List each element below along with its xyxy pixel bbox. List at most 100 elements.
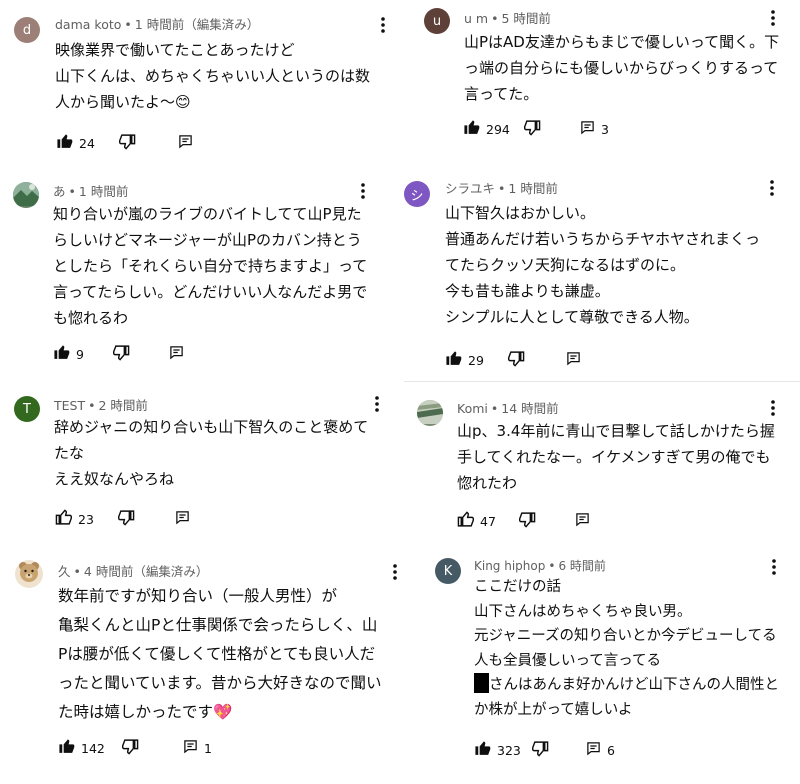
- reply-icon: [169, 345, 184, 364]
- reply-button[interactable]: 1: [183, 739, 212, 758]
- author-name[interactable]: TEST: [54, 398, 85, 413]
- reply-button[interactable]: [566, 351, 581, 370]
- reply-icon: [566, 351, 581, 370]
- like-count: 47: [480, 514, 496, 529]
- reply-count: 3: [601, 122, 609, 137]
- like-count: 29: [468, 353, 484, 368]
- avatar[interactable]: K: [435, 558, 461, 584]
- landscape-avatar: [417, 400, 443, 426]
- thumbs-down-icon: [119, 133, 136, 154]
- like-button[interactable]: 9: [53, 344, 84, 365]
- author-name[interactable]: Komi: [457, 401, 488, 416]
- reply-button[interactable]: [175, 510, 190, 529]
- like-button[interactable]: 142: [58, 738, 105, 759]
- comment-text: 山PはAD友達からもまじで優しいって聞く。下 っ端の自分らにも優しいからびっくり…: [464, 33, 780, 103]
- author-name[interactable]: u m: [464, 11, 488, 26]
- comment-meta: TEST • 2 時間前: [54, 398, 148, 413]
- comment: d dama koto • 1 時間前（編集済み） 映像業界で働いてたことあったけど…: [0, 0, 400, 165]
- comment-meta: dama koto • 1 時間前（編集済み）: [55, 17, 260, 32]
- landscape-avatar: [13, 182, 39, 208]
- like-count: 9: [76, 347, 84, 362]
- comment: u u m • 5 時間前 山PはAD友達からもまじで優しいって聞く。下 っ端の自分…: [404, 0, 800, 165]
- dislike-button[interactable]: [119, 133, 136, 154]
- like-count: 142: [81, 741, 105, 756]
- avatar[interactable]: [15, 560, 43, 588]
- reply-button[interactable]: [178, 134, 193, 153]
- dislike-button[interactable]: [524, 119, 541, 140]
- more-vert-icon[interactable]: [768, 399, 778, 417]
- thumbs-down-icon: [524, 119, 541, 140]
- more-vert-icon[interactable]: [767, 179, 777, 197]
- more-vert-icon[interactable]: [390, 563, 400, 581]
- comment-time: 1 時間前: [508, 181, 558, 196]
- reply-icon: [183, 739, 198, 758]
- dislike-button[interactable]: [113, 344, 130, 365]
- comment-meta: Komi • 14 時間前: [457, 401, 559, 416]
- comment-time: 4 時間前（編集済み）: [83, 564, 209, 579]
- comment-text: 山下智久はおかしい。 普通あんだけ若いうちからチヤホヤされまくっ てたらクッソ天…: [445, 204, 761, 326]
- reply-icon: [586, 741, 601, 760]
- like-button[interactable]: 24: [56, 133, 95, 154]
- thumbs-down-icon: [532, 740, 549, 761]
- avatar[interactable]: u: [424, 8, 450, 34]
- avatar[interactable]: [13, 182, 39, 208]
- avatar[interactable]: T: [14, 396, 40, 422]
- thumbs-up-filled-icon: [445, 350, 462, 371]
- dislike-button[interactable]: [118, 509, 135, 530]
- author-name[interactable]: King hiphop: [474, 559, 545, 573]
- dislike-button[interactable]: [122, 738, 139, 759]
- reply-icon: [575, 512, 590, 531]
- like-count: 294: [486, 122, 510, 137]
- dislike-button[interactable]: [508, 350, 525, 371]
- comment: T TEST • 2 時間前 辞めジャニの知り合いも山下智久のこと褒めて たな ええ…: [0, 385, 400, 535]
- like-button[interactable]: 294: [463, 119, 510, 140]
- thumbs-up-filled-icon: [53, 344, 70, 365]
- thumbs-down-icon: [508, 350, 525, 371]
- reply-button[interactable]: [575, 512, 590, 531]
- more-vert-icon[interactable]: [372, 395, 382, 413]
- more-vert-icon[interactable]: [358, 182, 368, 200]
- avatar[interactable]: [417, 400, 443, 426]
- comment-text: ここだけの話 山下さんはめちゃくちゃ良い男。 元ジャニーズの知り合いとか今デビュ…: [474, 579, 779, 718]
- thumbs-up-outline-icon: [55, 509, 72, 530]
- like-button[interactable]: 323: [474, 740, 521, 761]
- comment-text: 映像業界で働いてたことあったけど 山下くんは、めちゃくちゃいい人というのは数 人…: [55, 41, 371, 111]
- comment-meta: シラユキ • 1 時間前: [445, 181, 558, 196]
- comment-time: 2 時間前: [98, 398, 148, 413]
- reply-button[interactable]: 6: [586, 741, 615, 760]
- like-button[interactable]: 29: [445, 350, 484, 371]
- thumbs-up-filled-icon: [58, 738, 75, 759]
- reply-button[interactable]: [169, 345, 184, 364]
- comment: 久 • 4 時間前（編集済み） 数年前ですが知り合い（一般人男性）が 亀梨くんと山P…: [0, 550, 400, 780]
- author-name[interactable]: 久: [58, 564, 71, 579]
- dislike-button[interactable]: [519, 511, 536, 532]
- reply-icon: [175, 510, 190, 529]
- comment-time: 5 時間前: [501, 11, 551, 26]
- thumbs-down-icon: [519, 511, 536, 532]
- thumbs-up-outline-icon: [457, 511, 474, 532]
- thumbs-down-icon: [122, 738, 139, 759]
- thumbs-up-filled-icon: [463, 119, 480, 140]
- reply-button[interactable]: 3: [580, 120, 609, 139]
- author-name[interactable]: dama koto: [55, 17, 121, 32]
- like-button[interactable]: 23: [55, 509, 94, 530]
- more-vert-icon[interactable]: [769, 558, 779, 576]
- author-name[interactable]: シラユキ: [445, 181, 495, 196]
- comment-text: 山p、3.4年前に青山で目撃して話しかけたら握 手してくれたなー。イケメンすぎて…: [457, 422, 775, 492]
- author-name[interactable]: あ: [53, 184, 66, 199]
- avatar[interactable]: d: [14, 17, 40, 43]
- comment-meta: 久 • 4 時間前（編集済み）: [58, 564, 209, 579]
- comment-time: 1 時間前: [78, 184, 129, 199]
- dislike-button[interactable]: [532, 740, 549, 761]
- like-count: 323: [497, 743, 521, 758]
- like-button[interactable]: 47: [457, 511, 496, 532]
- more-vert-icon[interactable]: [768, 9, 778, 27]
- avatar[interactable]: シ: [404, 181, 430, 207]
- comment: あ • 1 時間前 知り合いが嵐のライブのバイトしてて山P見た らしいけどマネージャ…: [0, 170, 400, 380]
- reply-icon: [580, 120, 595, 139]
- like-count: 24: [79, 136, 95, 151]
- more-vert-icon[interactable]: [378, 16, 388, 34]
- thumbs-down-icon: [118, 509, 135, 530]
- comment: K King hiphop • 6 時間前 ここだけの話 山下さんはめちゃくちゃ良い…: [404, 550, 800, 780]
- column-divider: [404, 381, 800, 382]
